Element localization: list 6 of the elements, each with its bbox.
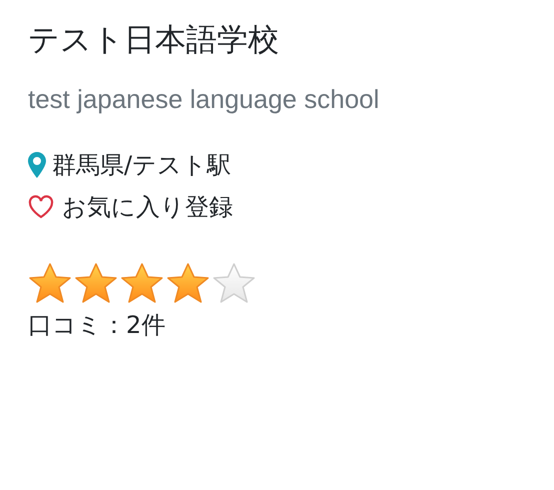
review-count: 口コミ：2件	[28, 310, 166, 341]
location-text: 群馬県/テスト駅	[52, 150, 232, 181]
location-pin-icon	[28, 152, 46, 178]
favorite-link[interactable]: お気に入り登録	[28, 190, 233, 224]
school-name-english: test japanese language school	[28, 83, 380, 116]
school-name: テスト日本語学校	[28, 21, 279, 60]
